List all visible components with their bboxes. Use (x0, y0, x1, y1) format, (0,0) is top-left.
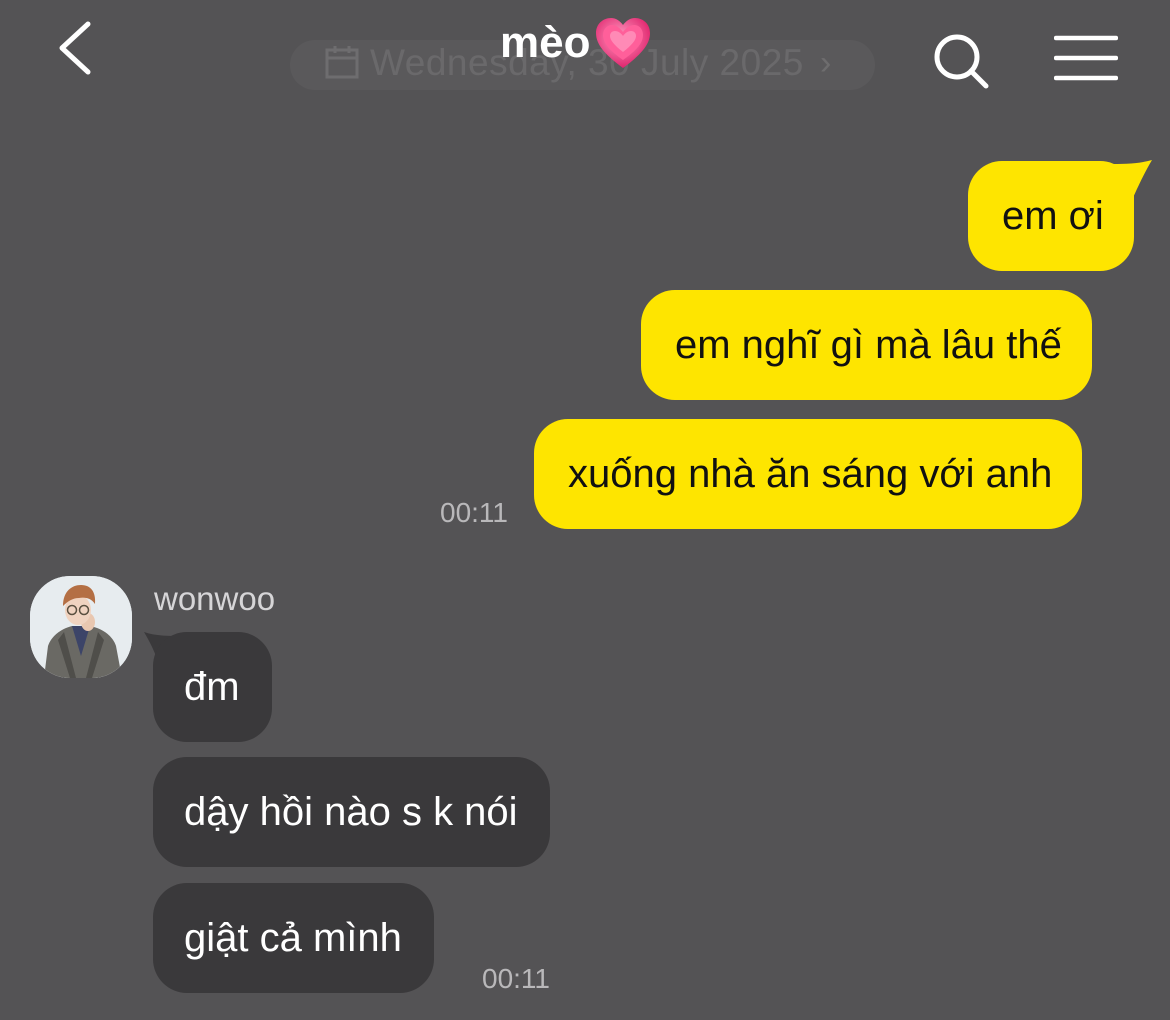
calendar-icon (325, 46, 359, 79)
profile-photo (30, 576, 132, 678)
sender-name: wonwoo (154, 580, 276, 617)
message-text: dậy hồi nào s k nói (184, 790, 518, 834)
back-button[interactable] (50, 18, 110, 78)
chevron-right-icon: › (820, 44, 832, 82)
chat-screen: Wednesday, 30 July 2025 › mèo em ơi em n… (0, 0, 1170, 1020)
chat-title-text: mèo (500, 18, 591, 67)
growing-heart-icon (596, 18, 651, 68)
chat-title: mèo (500, 16, 652, 70)
avatar[interactable] (30, 576, 132, 678)
message-timestamp: 00:11 (482, 963, 550, 994)
incoming-message[interactable]: giật cả mình (153, 883, 434, 993)
search-button[interactable] (930, 30, 994, 94)
hamburger-menu-icon (1053, 35, 1119, 81)
outgoing-message[interactable]: em nghĩ gì mà lâu thế (641, 290, 1092, 400)
message-text: em ơi (1002, 194, 1104, 238)
incoming-message[interactable]: dậy hồi nào s k nói (153, 757, 550, 867)
message-timestamp: 00:11 (440, 497, 508, 528)
message-text: giật cả mình (184, 916, 402, 960)
incoming-message[interactable]: đm (153, 632, 272, 742)
message-text: đm (184, 665, 240, 709)
outgoing-message[interactable]: xuống nhà ăn sáng với anh (534, 419, 1083, 529)
outgoing-message[interactable]: em ơi (968, 161, 1134, 271)
search-icon (934, 34, 989, 89)
chat-header: Wednesday, 30 July 2025 › mèo (0, 0, 1170, 120)
message-text: em nghĩ gì mà lâu thế (675, 323, 1062, 367)
chevron-left-icon (59, 21, 91, 75)
menu-button[interactable] (1053, 34, 1119, 84)
message-text: xuống nhà ăn sáng với anh (568, 452, 1053, 496)
